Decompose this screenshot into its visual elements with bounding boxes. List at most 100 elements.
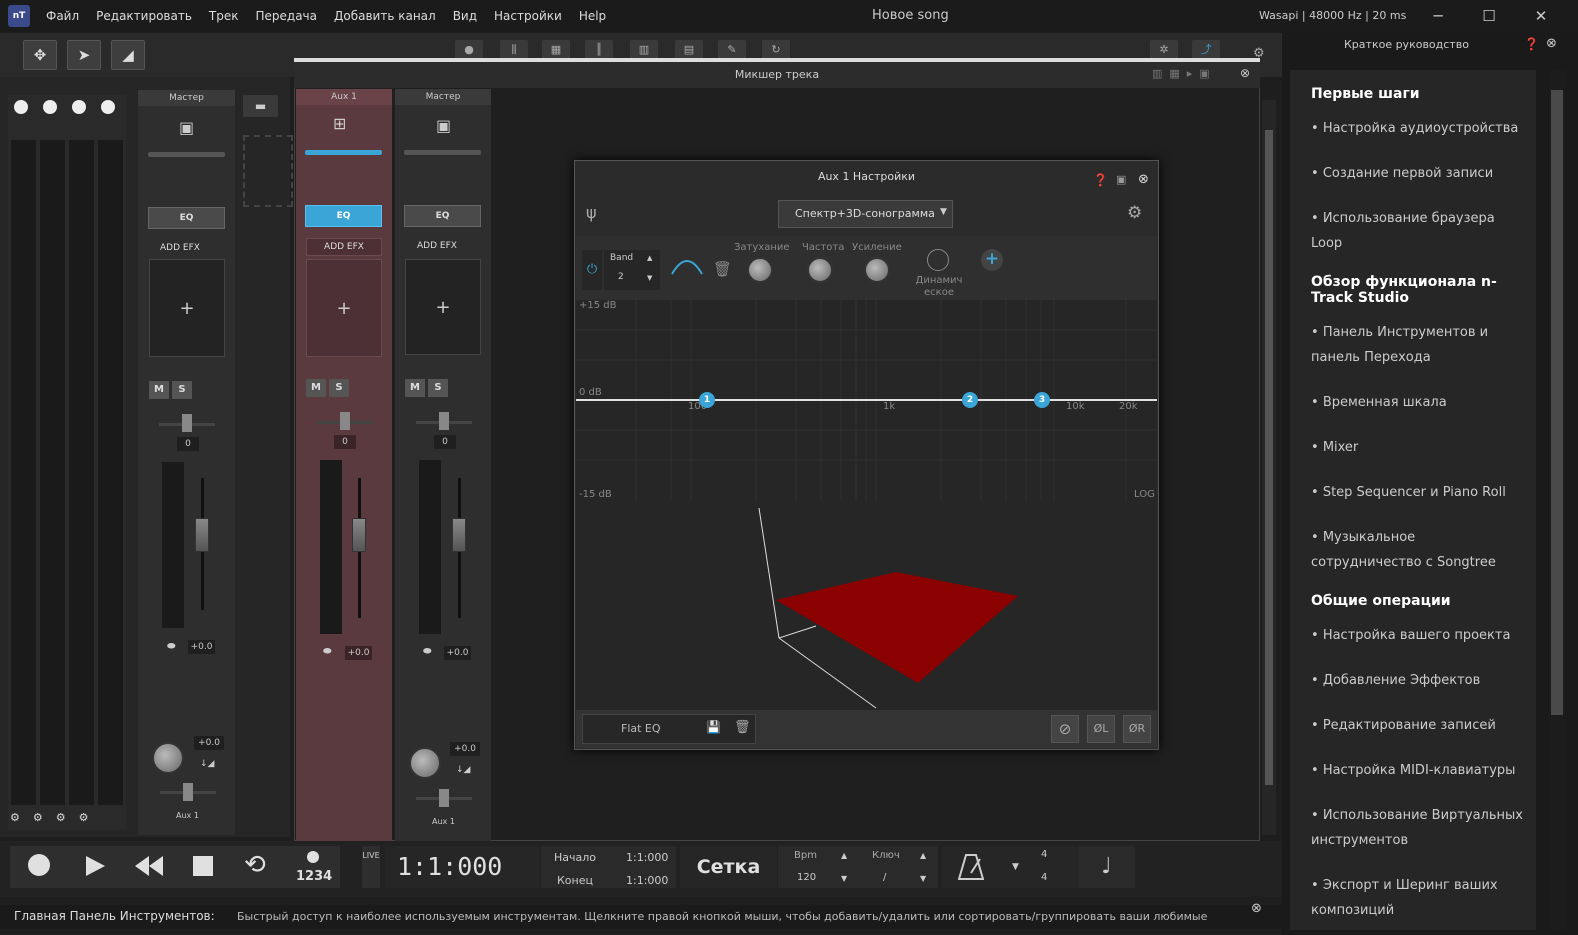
minimize-button[interactable]: ─ (1425, 4, 1451, 28)
pan-knob[interactable] (182, 414, 192, 432)
close-button[interactable]: ✕ (1528, 4, 1554, 28)
frequency-knob[interactable] (807, 257, 833, 283)
eq-button[interactable]: EQ (305, 205, 382, 227)
log-toggle[interactable]: LOG (1134, 489, 1155, 500)
add-efx-button[interactable]: + (306, 259, 382, 357)
band-down-icon[interactable]: ▼ (647, 274, 652, 282)
loop-button[interactable]: ⟲ (244, 850, 266, 880)
preset-name[interactable]: Flat EQ (582, 714, 756, 744)
record-arm-4[interactable] (101, 100, 115, 114)
volume-fader[interactable] (195, 518, 209, 552)
prepost-icon[interactable]: ↓◢ (456, 765, 470, 775)
help-link[interactable]: • Настройка MIDI-клавиатуры (1311, 758, 1526, 783)
select-tool-button[interactable]: ➤ (67, 40, 101, 70)
record-arm-3[interactable] (72, 100, 86, 114)
view-select[interactable]: Спектр+3D-сонограмма (778, 200, 953, 228)
add-band-button[interactable]: + (981, 249, 1003, 271)
link-icon[interactable]: ⬬ (167, 641, 176, 652)
ramp-tool-button[interactable]: ◢ (111, 40, 145, 70)
record-arm-2[interactable] (43, 100, 57, 114)
tuner-icon[interactable]: ♩ (1078, 846, 1135, 888)
menu-add-channel[interactable]: Добавить канал (334, 9, 436, 23)
add-efx-button[interactable]: + (149, 259, 225, 357)
help-scroll-thumb[interactable] (1551, 90, 1563, 715)
eq-button[interactable]: EQ (148, 207, 225, 229)
help-link[interactable]: • Использование браузера Loop (1311, 206, 1526, 256)
help-close-icon[interactable]: ⊗ (1546, 36, 1557, 51)
settings-cog-icon[interactable]: ✲ (1150, 40, 1178, 60)
mute-button[interactable]: M (306, 379, 326, 397)
help-link[interactable]: • Настройка вашего проекта (1311, 623, 1526, 648)
settings-icon[interactable]: ⚙ (1127, 203, 1142, 223)
move-tool-button[interactable]: ✥ (23, 40, 57, 70)
menu-help[interactable]: Help (579, 9, 606, 23)
minimize-icon[interactable]: ▣ (1116, 173, 1126, 186)
stop-button[interactable] (193, 856, 213, 876)
volume-bar[interactable] (404, 150, 481, 155)
help-link[interactable]: • Добавление Эффектов (1311, 668, 1526, 693)
add-efx-button[interactable]: + (405, 259, 481, 355)
bpm-value[interactable]: 120 (797, 872, 816, 883)
add-efx-label[interactable]: ADD EFX (306, 238, 382, 256)
time-display[interactable]: 1:1:000 (385, 846, 540, 888)
rewind-button[interactable] (135, 856, 163, 876)
settings-gear-icon[interactable]: ⚙ (33, 811, 43, 824)
prepost-icon[interactable]: ↓◢ (200, 759, 214, 769)
dynamic-toggle[interactable] (927, 249, 949, 271)
send-knob[interactable] (409, 747, 441, 779)
settings-gear-icon[interactable]: ⚙ (79, 811, 89, 824)
signature-top[interactable]: 4 (1041, 849, 1047, 860)
mixer-icon[interactable]: ⫼ (500, 40, 528, 60)
send-pan-knob[interactable] (183, 783, 193, 801)
help-link[interactable]: • Создание первой записи (1311, 161, 1526, 186)
comment-icon[interactable]: ▬ (243, 95, 278, 117)
metronome-dropdown-icon[interactable]: ▼ (1012, 862, 1019, 872)
pan-knob[interactable] (340, 412, 350, 430)
piano-icon[interactable]: ║ (585, 40, 613, 60)
key-up-icon[interactable]: ▲ (920, 851, 926, 860)
eq-band-node[interactable]: 2 (962, 392, 978, 408)
mixer-view-icons[interactable]: ▥▦▸▣ (1152, 67, 1217, 80)
columns-icon[interactable]: ▥ (630, 40, 658, 60)
tracks-icon[interactable]: ▤ (675, 40, 703, 60)
link-icon[interactable]: ⬬ (323, 646, 332, 657)
grid-icon[interactable]: ▦ (542, 40, 570, 60)
bpm-up-icon[interactable]: ▲ (841, 851, 847, 860)
mixer-close-icon[interactable]: ⊗ (1240, 66, 1250, 80)
signature-bottom[interactable]: 4 (1041, 872, 1047, 883)
mixer-scroll-thumb[interactable] (1265, 130, 1273, 785)
menu-settings[interactable]: Настройки (494, 9, 562, 23)
send-knob[interactable] (152, 742, 184, 774)
mute-button[interactable]: M (149, 381, 169, 399)
volume-fader[interactable] (352, 518, 366, 552)
help-link[interactable]: • Использование Виртуальных инструментов (1311, 803, 1526, 853)
bypass-icon[interactable]: ⊘ (1051, 715, 1079, 743)
maximize-button[interactable]: ☐ (1476, 4, 1502, 28)
volume-fader[interactable] (452, 518, 466, 552)
help-link[interactable]: • Панель Инструментов и панель Перехода (1311, 320, 1526, 370)
send-pan-knob[interactable] (439, 789, 449, 807)
menu-edit[interactable]: Редактировать (96, 9, 192, 23)
trash-icon[interactable]: 🗑 (734, 720, 751, 735)
solo-button[interactable]: S (172, 381, 192, 399)
eq-band-node[interactable]: 3 (1034, 392, 1050, 408)
status-close-icon[interactable]: ⊗ (1251, 901, 1262, 916)
solo-button[interactable]: S (329, 379, 349, 397)
help-link[interactable]: • Экспорт и Шеринг ваших композиций (1311, 873, 1526, 923)
help-link[interactable]: • Музыкальное сотрудничество с Songtree (1311, 525, 1526, 575)
bell-filter-icon[interactable] (670, 254, 704, 278)
menu-file[interactable]: Файл (46, 9, 79, 23)
bypass-fork-icon[interactable]: ψ (586, 203, 597, 222)
mute-button[interactable]: M (405, 379, 425, 397)
link-icon[interactable]: ⬬ (423, 646, 432, 657)
attenuation-knob[interactable] (747, 257, 773, 283)
phase-right-button[interactable]: ØR (1123, 715, 1151, 743)
app-logo-icon[interactable]: nT (8, 5, 30, 27)
solo-button[interactable]: S (428, 379, 448, 397)
drop-zone[interactable] (243, 135, 293, 207)
end-value[interactable]: 1:1:000 (626, 874, 668, 887)
band-power-icon[interactable]: ⏻ (582, 250, 602, 290)
bpm-down-icon[interactable]: ▼ (841, 874, 847, 883)
live-toggle[interactable]: LIVE (362, 846, 380, 888)
eq-band-node[interactable]: 1 (699, 392, 715, 408)
